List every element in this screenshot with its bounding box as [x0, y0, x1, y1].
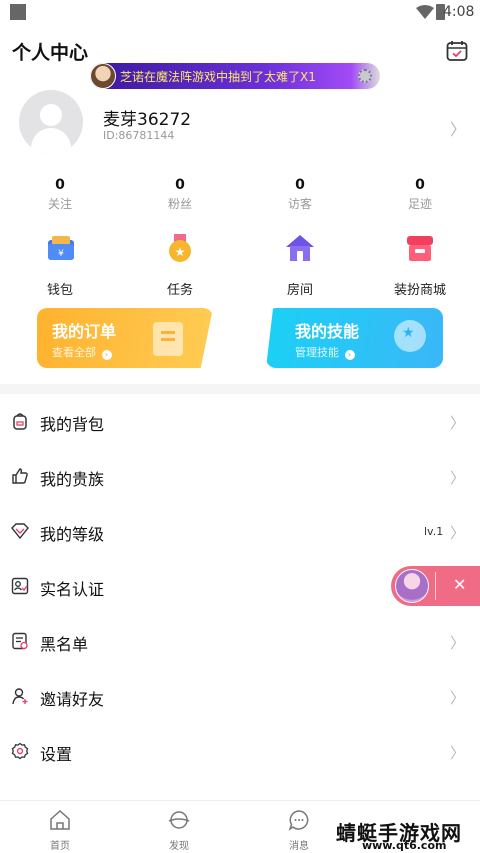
quick-label: 钱包	[46, 283, 73, 298]
chevron-right-icon: ›	[101, 350, 112, 360]
message-icon	[288, 810, 309, 831]
chevron-right-icon: 〉	[450, 414, 466, 432]
stat-value: 0	[55, 177, 65, 193]
menu-item-backpack[interactable]: 我的背包 〉	[0, 394, 480, 449]
menu-item-level[interactable]: 我的等级 lv.1 〉	[0, 504, 480, 559]
card-sub-label: 管理技能	[295, 346, 339, 359]
menu-item-invite[interactable]: 邀请好友 〉	[0, 669, 480, 724]
view-all-link[interactable]: 查看全部 ›	[52, 344, 112, 360]
watermark-url: www.qt6.com	[362, 839, 447, 852]
tab-home[interactable]: 首页	[30, 809, 90, 852]
user-id: ID:86781144	[103, 129, 175, 142]
backpack-icon	[13, 413, 27, 430]
settings-icon	[11, 742, 29, 760]
chevron-right-icon: 〉	[450, 744, 466, 762]
menu-label: 我的贵族	[40, 470, 105, 489]
menu-label: 我的等级	[40, 525, 105, 544]
page-title: 个人中心	[12, 42, 89, 64]
widget-divider	[435, 572, 436, 600]
menu-label: 设置	[40, 745, 73, 764]
gift-icon	[358, 69, 372, 83]
stat-label: 关注	[47, 197, 72, 211]
menu-item-nobility[interactable]: 我的贵族 〉	[0, 449, 480, 504]
menu-label: 实名认证	[40, 580, 105, 599]
my-skills-card[interactable]: 我的技能 管理技能 ›	[266, 308, 443, 368]
quick-label: 任务	[166, 283, 193, 298]
svg-text:★: ★	[175, 245, 186, 259]
ticker-text: 芝诺在魔法阵游戏中抽到了太难了X1	[120, 70, 316, 84]
quick-wallet[interactable]: ¥ 钱包	[0, 232, 120, 298]
close-icon[interactable]: ✕	[453, 575, 466, 594]
shop-icon	[407, 236, 433, 261]
tab-messages[interactable]: 消息	[269, 809, 329, 852]
level-value: lv.1	[424, 525, 444, 538]
status-time: 4:08	[443, 4, 475, 20]
chevron-right-icon: 〉	[450, 524, 466, 542]
wifi-icon	[416, 5, 434, 19]
chevron-right-icon: 〉	[450, 689, 466, 707]
tab-discover[interactable]: 发现	[149, 809, 209, 852]
task-medal-icon: ★	[169, 234, 191, 262]
manage-skills-link[interactable]: 管理技能 ›	[295, 344, 355, 360]
stats-row: 0 关注 0 粉丝 0 访客 0 足迹	[0, 177, 480, 217]
card-title: 我的技能	[295, 322, 360, 341]
stat-footprints[interactable]: 0 足迹	[360, 177, 480, 217]
tab-label: 消息	[289, 841, 309, 852]
avatar[interactable]	[19, 90, 83, 154]
calendar-icon[interactable]	[445, 39, 469, 63]
stat-label: 访客	[287, 197, 312, 211]
svg-text:¥: ¥	[58, 249, 64, 259]
house-icon	[286, 235, 314, 261]
document-icon	[153, 322, 183, 356]
stat-value: 0	[295, 177, 305, 193]
notification-icon	[10, 4, 26, 20]
diamond-icon	[11, 523, 29, 540]
discover-icon	[168, 811, 190, 829]
chevron-right-icon: 〉	[450, 469, 466, 487]
stat-visitors[interactable]: 0 访客	[240, 177, 360, 217]
tab-label: 发现	[169, 841, 189, 852]
stat-label: 粉丝	[167, 197, 192, 211]
profile-row[interactable]: 麦芽36272 ID:86781144 〉	[0, 88, 480, 158]
menu-item-blacklist[interactable]: 黑名单 〉	[0, 614, 480, 669]
id-card-icon	[11, 577, 29, 595]
chevron-right-icon: 〉	[450, 120, 467, 139]
section-divider	[0, 384, 480, 394]
wallet-icon: ¥	[48, 236, 74, 260]
thumbs-up-icon	[12, 468, 28, 484]
badge-icon	[394, 320, 426, 352]
status-bar: 4:08	[0, 0, 480, 28]
quick-actions: ¥ 钱包 ★ 任务 房间 装扮商城	[0, 232, 480, 298]
menu-item-settings[interactable]: 设置 〉	[0, 724, 480, 779]
blacklist-icon	[12, 632, 28, 650]
home-icon	[50, 809, 70, 830]
floating-avatar[interactable]	[395, 569, 429, 603]
stat-value: 0	[175, 177, 185, 193]
card-title: 我的订单	[52, 322, 117, 341]
stat-fans[interactable]: 0 粉丝	[120, 177, 240, 217]
floating-room-widget[interactable]: ✕	[391, 566, 480, 606]
chevron-right-icon: 〉	[450, 634, 466, 652]
stat-label: 足迹	[407, 197, 432, 211]
user-name: 麦芽36272	[103, 110, 192, 130]
quick-label: 装扮商城	[393, 283, 446, 298]
chevron-right-icon: ›	[344, 350, 355, 360]
card-sub-label: 查看全部	[52, 346, 96, 359]
invite-user-icon	[12, 688, 28, 705]
announcement-ticker[interactable]: 芝诺在魔法阵游戏中抽到了太难了X1	[90, 63, 380, 89]
quick-label: 房间	[286, 283, 313, 298]
menu-label: 黑名单	[40, 635, 89, 654]
stat-value: 0	[415, 177, 425, 193]
menu-label: 我的背包	[40, 415, 105, 434]
menu-label: 邀请好友	[40, 690, 105, 709]
watermark: 蜻蜓手游戏网 www.qt6.com	[336, 817, 472, 853]
quick-tasks[interactable]: ★ 任务	[120, 232, 240, 298]
my-orders-card[interactable]: 我的订单 查看全部 ›	[37, 308, 213, 368]
stat-follows[interactable]: 0 关注	[0, 177, 120, 217]
quick-shop[interactable]: 装扮商城	[360, 232, 480, 298]
quick-rooms[interactable]: 房间	[240, 232, 360, 298]
tab-label: 首页	[50, 841, 70, 852]
ticker-avatar	[90, 63, 116, 89]
